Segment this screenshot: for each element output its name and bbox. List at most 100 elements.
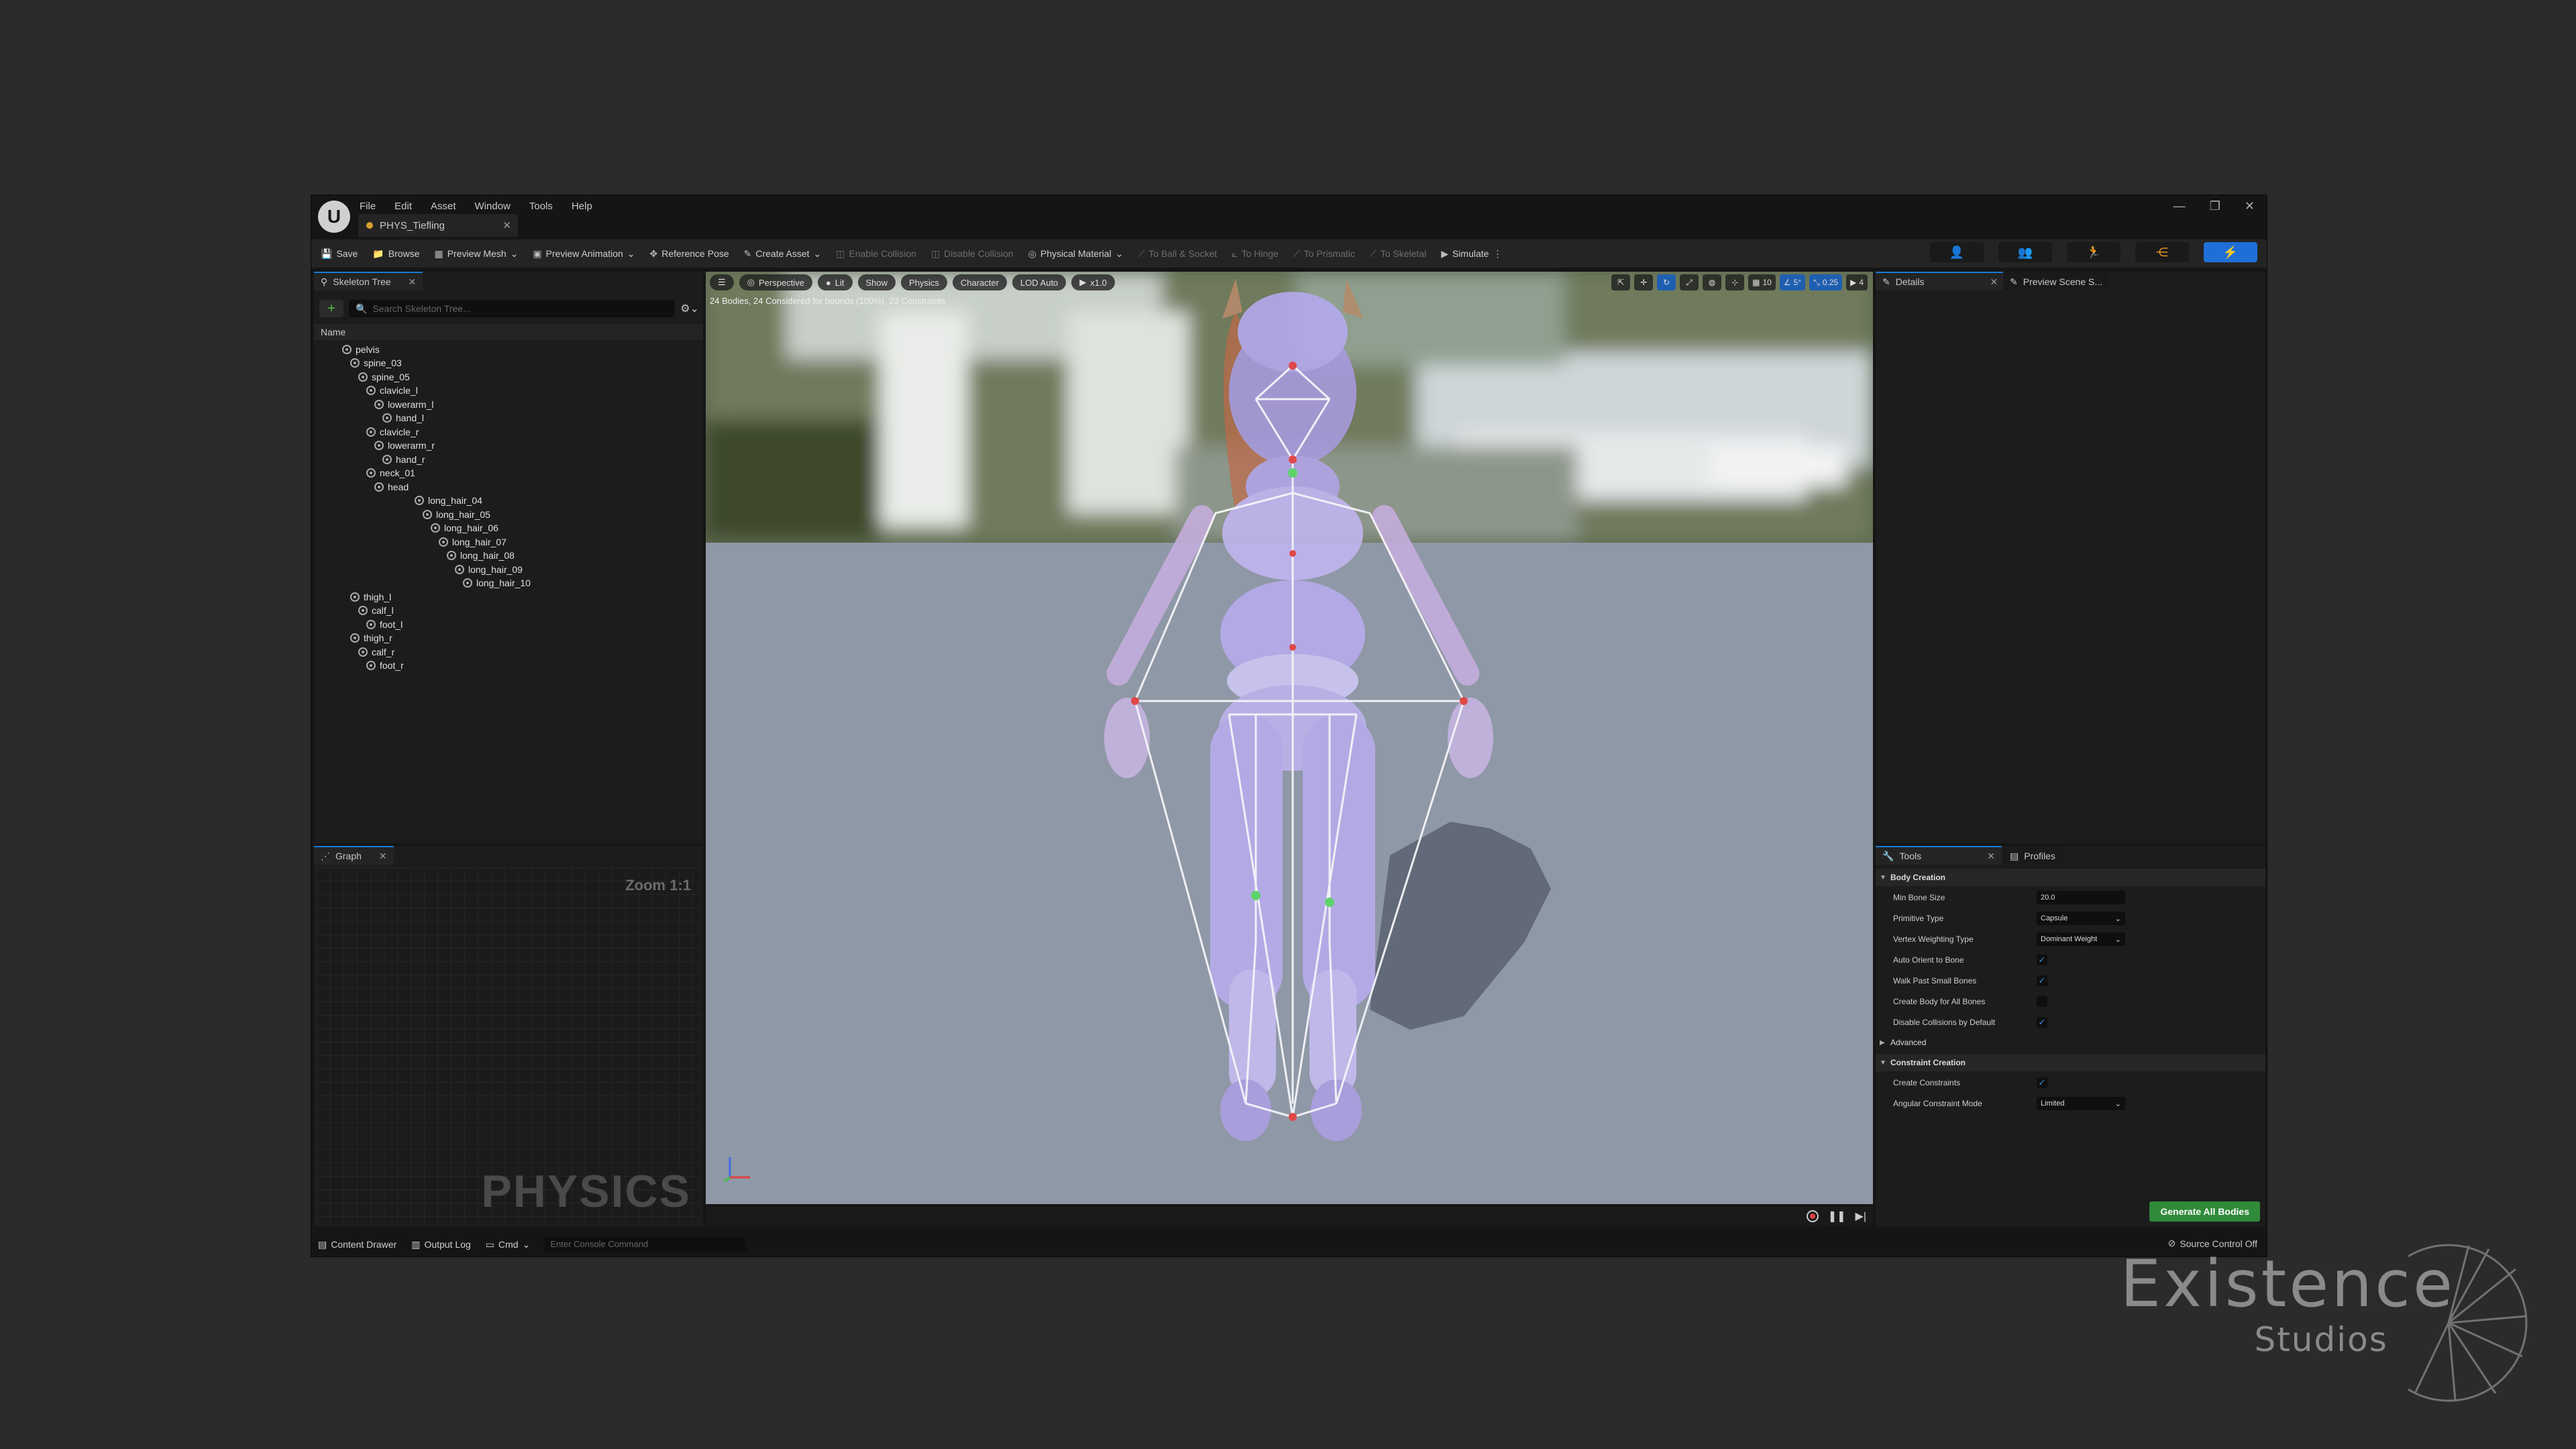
translate-tool-icon[interactable]: ✛ — [1634, 274, 1654, 290]
maximize-icon[interactable]: ❐ — [2210, 199, 2220, 213]
preview-mesh-button[interactable]: ▦ Preview Mesh ⌄ — [434, 248, 518, 260]
menu-asset[interactable]: Asset — [431, 198, 456, 215]
content-drawer-button[interactable]: ▤ Content Drawer — [318, 1239, 396, 1250]
preview-animation-button[interactable]: ▣ Preview Animation ⌄ — [533, 248, 635, 260]
close-tab-icon[interactable]: ✕ — [1990, 276, 1998, 288]
body-creation-section[interactable]: Body Creation — [1876, 869, 2265, 886]
tab-preview-scene[interactable]: ✎ Preview Scene S... — [2003, 272, 2110, 290]
grid-snap-button[interactable]: ▦ 10 — [1748, 274, 1776, 290]
gear-icon[interactable]: ⚙⌄ — [680, 302, 699, 315]
tree-item-long-hair-07[interactable]: long_hair_07 — [439, 535, 506, 549]
disable-collision-button[interactable]: ◫ Disable Collision — [931, 248, 1014, 260]
tree-item-thigh-r[interactable]: thigh_r — [350, 631, 392, 645]
tree-item-clavicle-l[interactable]: clavicle_l — [366, 384, 418, 397]
tab-details[interactable]: ✎ Details ✕ — [1876, 272, 2005, 290]
menu-file[interactable]: File — [360, 198, 376, 215]
tree-item-clavicle-r[interactable]: clavicle_r — [366, 425, 419, 439]
tree-item-calf-l[interactable]: calf_l — [358, 604, 394, 617]
step-forward-icon[interactable]: ▶| — [1856, 1210, 1866, 1223]
scale-snap-button[interactable]: ⤡ 0.25 — [1809, 274, 1843, 290]
surface-snap-icon[interactable]: ⊹ — [1725, 274, 1745, 290]
tab-graph[interactable]: ⋰ Graph ✕ — [314, 846, 394, 865]
show-button[interactable]: Show — [857, 274, 896, 290]
menu-help[interactable]: Help — [572, 198, 592, 215]
angle-snap-button[interactable]: ∠ 5° — [1779, 274, 1806, 290]
select-tool-icon[interactable]: ⇱ — [1611, 274, 1631, 290]
browse-button[interactable]: 📁 Browse — [372, 248, 419, 260]
tree-item-spine-05[interactable]: spine_05 — [358, 370, 410, 384]
physics-mode-icon[interactable]: ⚡ — [2204, 242, 2257, 262]
tab-skeleton-tree[interactable]: ⚲ Skeleton Tree ✕ — [314, 272, 423, 290]
tree-item-long-hair-05[interactable]: long_hair_05 — [423, 508, 490, 521]
output-log-button[interactable]: ▥ Output Log — [411, 1239, 471, 1250]
angular-mode-dropdown[interactable]: Limited ⌄ — [2037, 1097, 2125, 1110]
menu-window[interactable]: Window — [475, 198, 511, 215]
tree-item-calf-r[interactable]: calf_r — [358, 645, 394, 659]
to-hinge-button[interactable]: ⟀ To Hinge — [1232, 248, 1279, 260]
minimize-icon[interactable]: — — [2174, 199, 2186, 213]
animation-mode-icon[interactable]: 🏃 — [2067, 242, 2121, 262]
create-constraints-checkbox[interactable]: ✓ — [2037, 1077, 2047, 1088]
reference-pose-button[interactable]: ✥ Reference Pose — [650, 248, 729, 260]
graph-canvas[interactable]: Zoom 1:1 PHYSICS — [317, 867, 700, 1224]
world-space-icon[interactable]: ◍ — [1703, 274, 1722, 290]
tab-profiles[interactable]: ▤ Profiles — [2003, 846, 2062, 865]
scale-tool-icon[interactable]: ⤢ — [1680, 274, 1699, 290]
advanced-section[interactable]: Advanced — [1876, 1034, 2265, 1051]
walk-past-checkbox[interactable]: ✓ — [2037, 975, 2047, 986]
viewport-menu-icon[interactable]: ☰ — [710, 274, 734, 290]
close-tab-icon[interactable]: ✕ — [379, 851, 387, 862]
pause-icon[interactable]: ❚❚ — [1828, 1210, 1846, 1223]
tree-item-head[interactable]: head — [374, 480, 409, 494]
tree-item-hand-l[interactable]: hand_l — [382, 411, 424, 425]
tree-item-pelvis[interactable]: pelvis — [342, 343, 380, 356]
create-body-checkbox[interactable] — [2037, 996, 2047, 1007]
tree-item-lowerarm-r[interactable]: lowerarm_r — [374, 439, 435, 452]
tree-item-long-hair-04[interactable]: long_hair_04 — [415, 494, 482, 507]
physical-material-button[interactable]: ◎ Physical Material ⌄ — [1028, 248, 1124, 260]
mesh-mode-icon[interactable]: 👥 — [1998, 242, 2052, 262]
to-skeletal-button[interactable]: ⟋ To Skeletal — [1370, 248, 1426, 260]
lit-button[interactable]: ● Lit — [817, 274, 853, 290]
tree-item-lowerarm-l[interactable]: lowerarm_l — [374, 398, 433, 411]
to-prismatic-button[interactable]: ⟋ To Prismatic — [1293, 248, 1355, 260]
menu-edit[interactable]: Edit — [394, 198, 412, 215]
tree-item-spine-03[interactable]: spine_03 — [350, 356, 402, 370]
simulate-button[interactable]: ▶ Simulate ⋮ — [1441, 248, 1502, 260]
disable-collisions-checkbox[interactable]: ✓ — [2037, 1017, 2047, 1028]
save-button[interactable]: 💾 Save — [321, 248, 358, 260]
enable-collision-button[interactable]: ◫ Enable Collision — [836, 248, 916, 260]
close-tab-icon[interactable]: ✕ — [409, 276, 417, 288]
cmd-dropdown[interactable]: ▭ Cmd ⌄ — [486, 1239, 531, 1250]
tree-item-foot-r[interactable]: foot_r — [366, 659, 404, 672]
unreal-logo-icon[interactable]: U — [318, 201, 350, 233]
console-command-input[interactable]: Enter Console Command — [545, 1237, 747, 1252]
record-icon[interactable] — [1806, 1210, 1819, 1222]
tree-item-long-hair-10[interactable]: long_hair_10 — [463, 576, 531, 590]
physics-button[interactable]: Physics — [901, 274, 947, 290]
min-bone-size-input[interactable]: 20.0 — [2037, 891, 2125, 904]
to-ball-socket-button[interactable]: ⟋ To Ball & Socket — [1138, 248, 1217, 260]
character-button[interactable]: Character — [952, 274, 1007, 290]
document-tab[interactable]: PHYS_Tiefling ✕ — [358, 214, 518, 237]
tree-item-hand-r[interactable]: hand_r — [382, 453, 425, 466]
rotate-tool-icon[interactable]: ↻ — [1657, 274, 1676, 290]
close-tab-icon[interactable]: ✕ — [502, 219, 511, 231]
tree-item-long-hair-06[interactable]: long_hair_06 — [431, 521, 498, 535]
name-column-header[interactable]: Name — [314, 324, 703, 340]
camera-speed-button[interactable]: ▶ 4 — [1846, 274, 1868, 290]
lod-button[interactable]: LOD Auto — [1012, 274, 1067, 290]
constraint-creation-section[interactable]: Constraint Creation — [1876, 1054, 2265, 1071]
auto-orient-checkbox[interactable]: ✓ — [2037, 955, 2047, 965]
add-bone-button[interactable]: + — [319, 300, 343, 317]
close-window-icon[interactable]: ✕ — [2245, 199, 2255, 213]
tab-tools[interactable]: 🔧 Tools ✕ — [1876, 846, 2002, 865]
skeleton-mode-icon[interactable]: 👤 — [1930, 242, 1984, 262]
primitive-type-dropdown[interactable]: Capsule ⌄ — [2037, 912, 2125, 925]
playback-speed-button[interactable]: ▶ x1.0 — [1071, 274, 1115, 290]
create-asset-button[interactable]: ✎ Create Asset ⌄ — [744, 248, 822, 260]
vertex-weighting-dropdown[interactable]: Dominant Weight ⌄ — [2037, 932, 2125, 946]
tree-item-foot-l[interactable]: foot_l — [366, 618, 402, 631]
generate-all-bodies-button[interactable]: Generate All Bodies — [2149, 1201, 2260, 1222]
skeleton-search-input[interactable]: 🔍 Search Skeleton Tree... — [349, 300, 676, 317]
